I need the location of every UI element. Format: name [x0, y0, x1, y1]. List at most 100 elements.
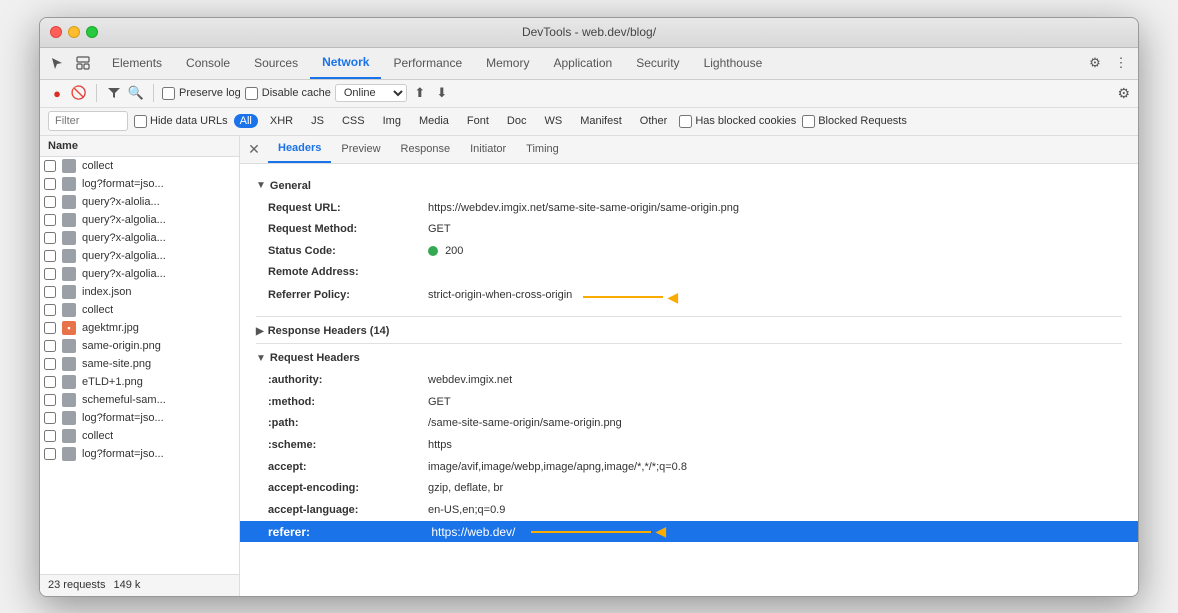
blocked-requests-checkbox[interactable] — [802, 115, 815, 128]
file-checkbox[interactable] — [44, 268, 56, 280]
file-checkbox[interactable] — [44, 358, 56, 370]
file-name: collect — [82, 430, 113, 442]
list-item[interactable]: eTLD+1.png — [40, 373, 239, 391]
path-value: /same-site-same-origin/same-origin.png — [428, 415, 622, 433]
tab-lighthouse[interactable]: Lighthouse — [692, 47, 775, 79]
list-item[interactable]: query?x-algolia... — [40, 265, 239, 283]
list-item[interactable]: query?x-algolia... — [40, 229, 239, 247]
list-item[interactable]: collect — [40, 157, 239, 175]
file-checkbox[interactable] — [44, 304, 56, 316]
list-item[interactable]: log?format=jso... — [40, 409, 239, 427]
more-icon[interactable]: ⋮ — [1112, 54, 1130, 72]
list-item[interactable]: same-origin.png — [40, 337, 239, 355]
accept-language-value: en-US,en;q=0.9 — [428, 502, 505, 520]
file-checkbox[interactable] — [44, 448, 56, 460]
filter-font-btn[interactable]: Font — [461, 114, 495, 128]
filter-ws-btn[interactable]: WS — [538, 114, 568, 128]
list-item[interactable]: query?x-alolia... — [40, 193, 239, 211]
file-name: collect — [82, 160, 113, 172]
tab-response[interactable]: Response — [391, 136, 461, 164]
filter-icon[interactable] — [105, 84, 123, 102]
maximize-button[interactable] — [86, 26, 98, 38]
list-item[interactable]: query?x-algolia... — [40, 247, 239, 265]
has-blocked-cookies-checkbox[interactable] — [679, 115, 692, 128]
list-item[interactable]: ▪ agektmr.jpg — [40, 319, 239, 337]
blocked-requests-label[interactable]: Blocked Requests — [802, 115, 907, 128]
tab-network[interactable]: Network — [310, 47, 381, 79]
detail-close-button[interactable]: ✕ — [244, 139, 264, 159]
file-checkbox[interactable] — [44, 214, 56, 226]
filter-css-btn[interactable]: CSS — [336, 114, 371, 128]
filter-all-btn[interactable]: All — [234, 114, 258, 128]
filter-other-btn[interactable]: Other — [634, 114, 674, 128]
file-checkbox[interactable] — [44, 340, 56, 352]
hide-data-urls-checkbox[interactable] — [134, 115, 147, 128]
cursor-icon[interactable] — [48, 54, 66, 72]
authority-value: webdev.imgix.net — [428, 372, 512, 390]
preserve-log-label[interactable]: Preserve log — [162, 87, 241, 100]
list-item[interactable]: index.json — [40, 283, 239, 301]
tab-preview[interactable]: Preview — [331, 136, 390, 164]
tab-console[interactable]: Console — [174, 47, 242, 79]
file-checkbox[interactable] — [44, 196, 56, 208]
list-item[interactable]: collect — [40, 427, 239, 445]
list-item[interactable]: query?x-algolia... — [40, 211, 239, 229]
tab-timing[interactable]: Timing — [516, 136, 569, 164]
disable-cache-checkbox[interactable] — [245, 87, 258, 100]
import-icon[interactable]: ⬆ — [411, 84, 429, 102]
filter-xhr-btn[interactable]: XHR — [264, 114, 299, 128]
list-item[interactable]: collect — [40, 301, 239, 319]
settings-icon[interactable]: ⚙ — [1086, 54, 1104, 72]
tab-memory[interactable]: Memory — [474, 47, 541, 79]
response-headers-section-header[interactable]: ▶ Response Headers (14) — [256, 325, 1122, 337]
filter-js-btn[interactable]: JS — [305, 114, 330, 128]
tab-initiator[interactable]: Initiator — [460, 136, 516, 164]
filter-img-btn[interactable]: Img — [377, 114, 407, 128]
file-checkbox[interactable] — [44, 322, 56, 334]
file-checkbox[interactable] — [44, 250, 56, 262]
list-item[interactable]: same-site.png — [40, 355, 239, 373]
tab-elements[interactable]: Elements — [100, 47, 174, 79]
file-checkbox[interactable] — [44, 160, 56, 172]
has-blocked-cookies-label[interactable]: Has blocked cookies — [679, 115, 796, 128]
export-icon[interactable]: ⬇ — [433, 84, 451, 102]
tab-security[interactable]: Security — [624, 47, 691, 79]
separator-1 — [96, 84, 97, 102]
tab-headers[interactable]: Headers — [268, 136, 331, 164]
clear-button[interactable]: 🚫 — [70, 84, 88, 102]
file-checkbox[interactable] — [44, 286, 56, 298]
file-icon — [62, 249, 76, 263]
preserve-log-checkbox[interactable] — [162, 87, 175, 100]
request-headers-section-header[interactable]: ▼ Request Headers — [256, 352, 1122, 364]
toolbar-icons — [48, 54, 92, 72]
list-item[interactable]: schemeful-sam... — [40, 391, 239, 409]
toolbar-settings-icon[interactable]: ⚙ — [1117, 85, 1130, 102]
disable-cache-label[interactable]: Disable cache — [245, 87, 331, 100]
request-url-key: Request URL: — [268, 200, 428, 218]
tab-performance[interactable]: Performance — [381, 47, 474, 79]
req-method-value: GET — [428, 394, 451, 412]
filter-doc-btn[interactable]: Doc — [501, 114, 533, 128]
panel-icon[interactable] — [74, 54, 92, 72]
hide-data-urls-label[interactable]: Hide data URLs — [134, 115, 228, 128]
minimize-button[interactable] — [68, 26, 80, 38]
tab-sources[interactable]: Sources — [242, 47, 310, 79]
list-item[interactable]: log?format=jso... — [40, 175, 239, 193]
tab-application[interactable]: Application — [541, 47, 624, 79]
filter-manifest-btn[interactable]: Manifest — [574, 114, 628, 128]
file-checkbox[interactable] — [44, 178, 56, 190]
file-checkbox[interactable] — [44, 430, 56, 442]
file-checkbox[interactable] — [44, 412, 56, 424]
close-button[interactable] — [50, 26, 62, 38]
file-checkbox[interactable] — [44, 394, 56, 406]
general-section-header[interactable]: ▼ General — [256, 180, 1122, 192]
record-button[interactable]: ● — [48, 84, 66, 102]
filter-media-btn[interactable]: Media — [413, 114, 455, 128]
throttle-select[interactable]: Online Fast 3G Slow 3G Offline — [335, 84, 407, 102]
file-checkbox[interactable] — [44, 232, 56, 244]
search-icon[interactable]: 🔍 — [127, 84, 145, 102]
file-checkbox[interactable] — [44, 376, 56, 388]
filter-input[interactable] — [48, 111, 128, 131]
list-item[interactable]: log?format=jso... — [40, 445, 239, 463]
file-icon — [62, 429, 76, 443]
